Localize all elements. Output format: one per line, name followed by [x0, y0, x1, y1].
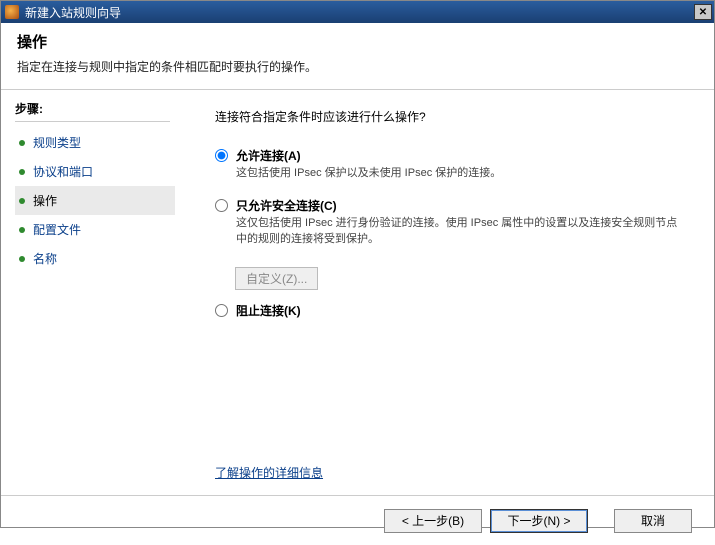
- sidebar-item-label: 配置文件: [33, 221, 81, 238]
- back-button[interactable]: < 上一步(B): [384, 509, 482, 533]
- sidebar-item-rule-type[interactable]: 规则类型: [15, 128, 175, 157]
- option-desc: 这包括使用 IPsec 保护以及未使用 IPsec 保护的连接。: [236, 166, 684, 181]
- bullet-icon: [19, 227, 25, 233]
- bullet-icon: [19, 140, 25, 146]
- radio-secure[interactable]: [215, 199, 228, 212]
- page-title: 操作: [17, 31, 698, 52]
- body: 步骤: 规则类型 协议和端口 操作 配置文件 名称 连接: [1, 90, 714, 495]
- firewall-icon: [5, 5, 19, 19]
- sidebar-item-profile[interactable]: 配置文件: [15, 215, 175, 244]
- bullet-icon: [19, 198, 25, 204]
- customize-button: 自定义(Z)...: [235, 267, 318, 290]
- prompt-text: 连接符合指定条件时应该进行什么操作?: [215, 108, 684, 125]
- bullet-icon: [19, 256, 25, 262]
- page-subtitle: 指定在连接与规则中指定的条件相匹配时要执行的操作。: [17, 58, 698, 75]
- sidebar-item-name[interactable]: 名称: [15, 244, 175, 273]
- footer: < 上一步(B) 下一步(N) > 取消: [1, 495, 714, 545]
- close-button[interactable]: ✕: [694, 4, 712, 20]
- sidebar-item-label: 规则类型: [33, 134, 81, 151]
- option-label: 阻止连接(K): [236, 302, 684, 319]
- option-label: 允许连接(A): [236, 147, 684, 164]
- radio-block[interactable]: [215, 304, 228, 317]
- header: 操作 指定在连接与规则中指定的条件相匹配时要执行的操作。: [1, 23, 714, 90]
- next-button[interactable]: 下一步(N) >: [490, 509, 588, 533]
- titlebar: 新建入站规则向导 ✕: [1, 1, 714, 23]
- learn-more-link[interactable]: 了解操作的详细信息: [215, 464, 323, 481]
- option-body: 只允许安全连接(C) 这仅包括使用 IPsec 进行身份验证的连接。使用 IPs…: [236, 197, 684, 247]
- sidebar-item-protocol-port[interactable]: 协议和端口: [15, 157, 175, 186]
- sidebar-item-label: 操作: [33, 192, 57, 209]
- sidebar-heading: 步骤:: [15, 100, 170, 122]
- option-block[interactable]: 阻止连接(K): [215, 302, 684, 319]
- option-label: 只允许安全连接(C): [236, 197, 684, 214]
- sidebar-item-action[interactable]: 操作: [15, 186, 175, 215]
- main-panel: 连接符合指定条件时应该进行什么操作? 允许连接(A) 这包括使用 IPsec 保…: [181, 90, 714, 495]
- radio-allow[interactable]: [215, 149, 228, 162]
- sidebar-item-label: 名称: [33, 250, 57, 267]
- option-allow[interactable]: 允许连接(A) 这包括使用 IPsec 保护以及未使用 IPsec 保护的连接。: [215, 147, 684, 181]
- bullet-icon: [19, 169, 25, 175]
- option-secure[interactable]: 只允许安全连接(C) 这仅包括使用 IPsec 进行身份验证的连接。使用 IPs…: [215, 197, 684, 247]
- sidebar: 步骤: 规则类型 协议和端口 操作 配置文件 名称: [1, 90, 181, 495]
- sidebar-item-label: 协议和端口: [33, 163, 93, 180]
- window-title: 新建入站规则向导: [25, 4, 694, 21]
- option-desc: 这仅包括使用 IPsec 进行身份验证的连接。使用 IPsec 属性中的设置以及…: [236, 216, 684, 247]
- option-body: 允许连接(A) 这包括使用 IPsec 保护以及未使用 IPsec 保护的连接。: [236, 147, 684, 181]
- wizard-window: 新建入站规则向导 ✕ 操作 指定在连接与规则中指定的条件相匹配时要执行的操作。 …: [0, 0, 715, 528]
- option-body: 阻止连接(K): [236, 302, 684, 319]
- cancel-button[interactable]: 取消: [614, 509, 692, 533]
